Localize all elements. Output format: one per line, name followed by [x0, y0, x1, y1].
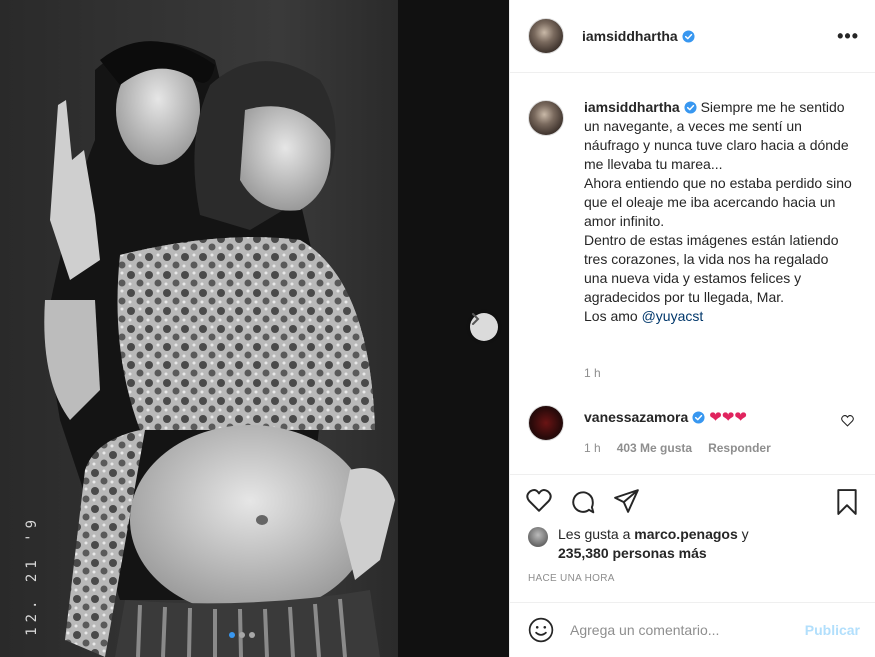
likes-prefix: Les gusta a: [558, 526, 635, 542]
chevron-right-icon: [472, 313, 480, 325]
liker-avatar[interactable]: [528, 527, 548, 547]
caption-avatar[interactable]: [528, 100, 564, 136]
post-image: [0, 0, 509, 657]
heart-outline-icon: [841, 414, 854, 427]
comment-body: vanessazamora ❤❤❤: [584, 408, 747, 426]
comment-username[interactable]: vanessazamora: [584, 409, 688, 425]
author-username[interactable]: iamsiddhartha: [582, 28, 695, 44]
post-side-panel: iamsiddhartha ••• iamsiddhartha Siempre …: [509, 0, 875, 657]
comment-likes[interactable]: 403 Me gusta: [617, 441, 692, 455]
comment-text: ❤❤❤: [709, 409, 748, 426]
carousel-dot-active: [229, 632, 235, 638]
paper-plane-icon: [614, 489, 639, 513]
carousel-dot: [239, 632, 245, 638]
emoji-button[interactable]: [528, 617, 554, 648]
author-avatar[interactable]: [528, 18, 564, 54]
verified-badge-icon: [684, 101, 697, 114]
smiley-icon: [528, 617, 554, 643]
share-button[interactable]: [614, 489, 640, 518]
comment-icon: [572, 491, 595, 514]
publish-button[interactable]: Publicar: [805, 622, 860, 638]
bookmark-icon: [837, 489, 857, 515]
post-time-ago[interactable]: HACE UNA HORA: [528, 573, 615, 584]
comment-avatar[interactable]: [528, 405, 564, 441]
author-username-text[interactable]: iamsiddhartha: [582, 28, 678, 44]
verified-badge-icon: [682, 30, 695, 43]
reply-button[interactable]: Responder: [708, 441, 771, 455]
carousel-dot: [249, 632, 255, 638]
add-comment-bar: Publicar: [510, 602, 875, 657]
verified-badge-icon: [692, 411, 705, 424]
post-header: iamsiddhartha •••: [510, 0, 875, 73]
liker-username[interactable]: marco.penagos: [634, 526, 737, 542]
likes-summary: Les gusta a marco.penagos y 235,380 pers…: [528, 525, 749, 563]
caption-body: Siempre me he sentido un navegante, a ve…: [584, 99, 852, 324]
likes-count[interactable]: 235,380 personas más: [558, 545, 707, 561]
caption-time[interactable]: 1 h: [584, 366, 601, 380]
comment-button[interactable]: [570, 489, 596, 520]
film-date-stamp: 12. 21 '9: [24, 515, 40, 636]
likes-connector: y: [737, 526, 749, 542]
comment-input[interactable]: [570, 617, 790, 643]
carousel-dots: [229, 632, 255, 638]
comment-like-button[interactable]: [841, 414, 854, 432]
save-button[interactable]: [835, 489, 859, 520]
heart-outline-icon: [526, 489, 552, 512]
like-button[interactable]: [526, 489, 552, 518]
comment-time[interactable]: 1 h: [584, 441, 601, 455]
post-actions: Les gusta a marco.penagos y 235,380 pers…: [510, 474, 875, 602]
next-image-button[interactable]: [470, 313, 498, 341]
caption-text: iamsiddhartha Siempre me he sentido un n…: [584, 98, 854, 326]
comment-meta: 1 h 403 Me gusta Responder: [584, 441, 771, 455]
more-options-icon[interactable]: •••: [837, 26, 859, 47]
likes-text: Les gusta a marco.penagos y 235,380 pers…: [558, 525, 749, 563]
caption-mention[interactable]: @yuyacst: [642, 308, 704, 324]
post-photo[interactable]: 12. 21 '9: [0, 0, 509, 657]
caption-username[interactable]: iamsiddhartha: [584, 99, 680, 115]
